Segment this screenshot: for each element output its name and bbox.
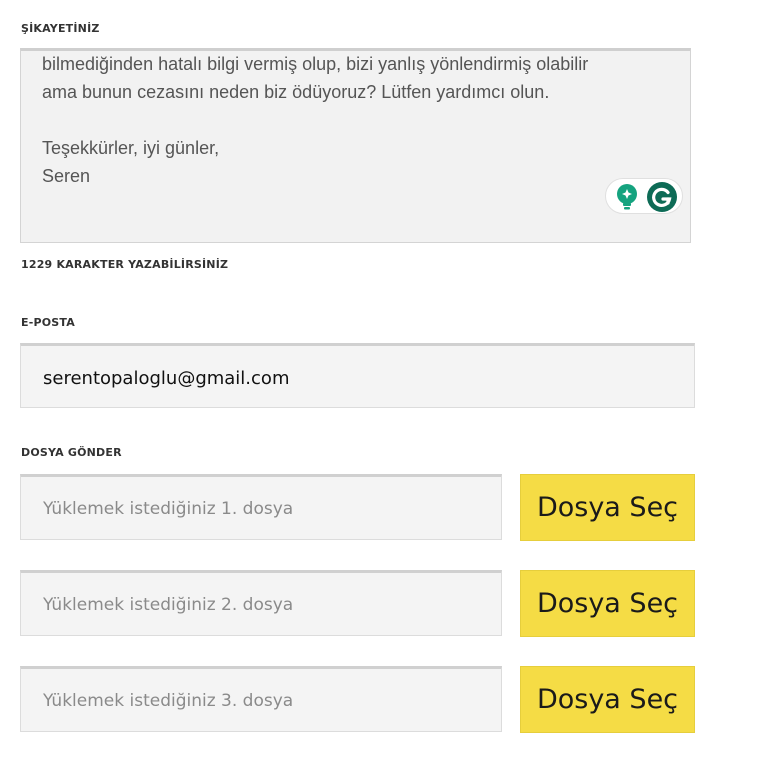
file-upload-label: DOSYA GÖNDER	[21, 446, 122, 459]
complaint-textarea[interactable]: bilmediğinden hatalı bilgi vermiş olup, …	[20, 48, 691, 243]
email-value: serentopaloglu@gmail.com	[43, 368, 290, 389]
email-input[interactable]: serentopaloglu@gmail.com	[20, 343, 695, 408]
choose-file-button-1[interactable]: Dosya Seç	[520, 474, 695, 541]
file-input-1[interactable]: Yüklemek istediğiniz 1. dosya	[20, 474, 502, 540]
lightbulb-icon[interactable]	[614, 183, 640, 211]
complaint-form: ŞİKAYETİNİZ bilmediğinden hatalı bilgi v…	[0, 0, 768, 768]
file-input-3[interactable]: Yüklemek istediğiniz 3. dosya	[20, 666, 502, 732]
file-placeholder-1: Yüklemek istediğiniz 1. dosya	[43, 499, 294, 519]
complaint-label: ŞİKAYETİNİZ	[21, 22, 100, 35]
file-input-2[interactable]: Yüklemek istediğiniz 2. dosya	[20, 570, 502, 636]
grammarly-icon[interactable]	[646, 181, 678, 213]
file-placeholder-2: Yüklemek istediğiniz 2. dosya	[43, 595, 294, 615]
complaint-text: bilmediğinden hatalı bilgi vermiş olup, …	[42, 54, 589, 186]
choose-file-button-2[interactable]: Dosya Seç	[520, 570, 695, 637]
email-label: E-POSTA	[21, 316, 75, 329]
char-counter: 1229 KARAKTER YAZABİLİRSİNİZ	[21, 258, 229, 271]
file-placeholder-3: Yüklemek istediğiniz 3. dosya	[43, 691, 294, 711]
choose-file-button-3[interactable]: Dosya Seç	[520, 666, 695, 733]
grammarly-widget[interactable]	[605, 178, 683, 214]
